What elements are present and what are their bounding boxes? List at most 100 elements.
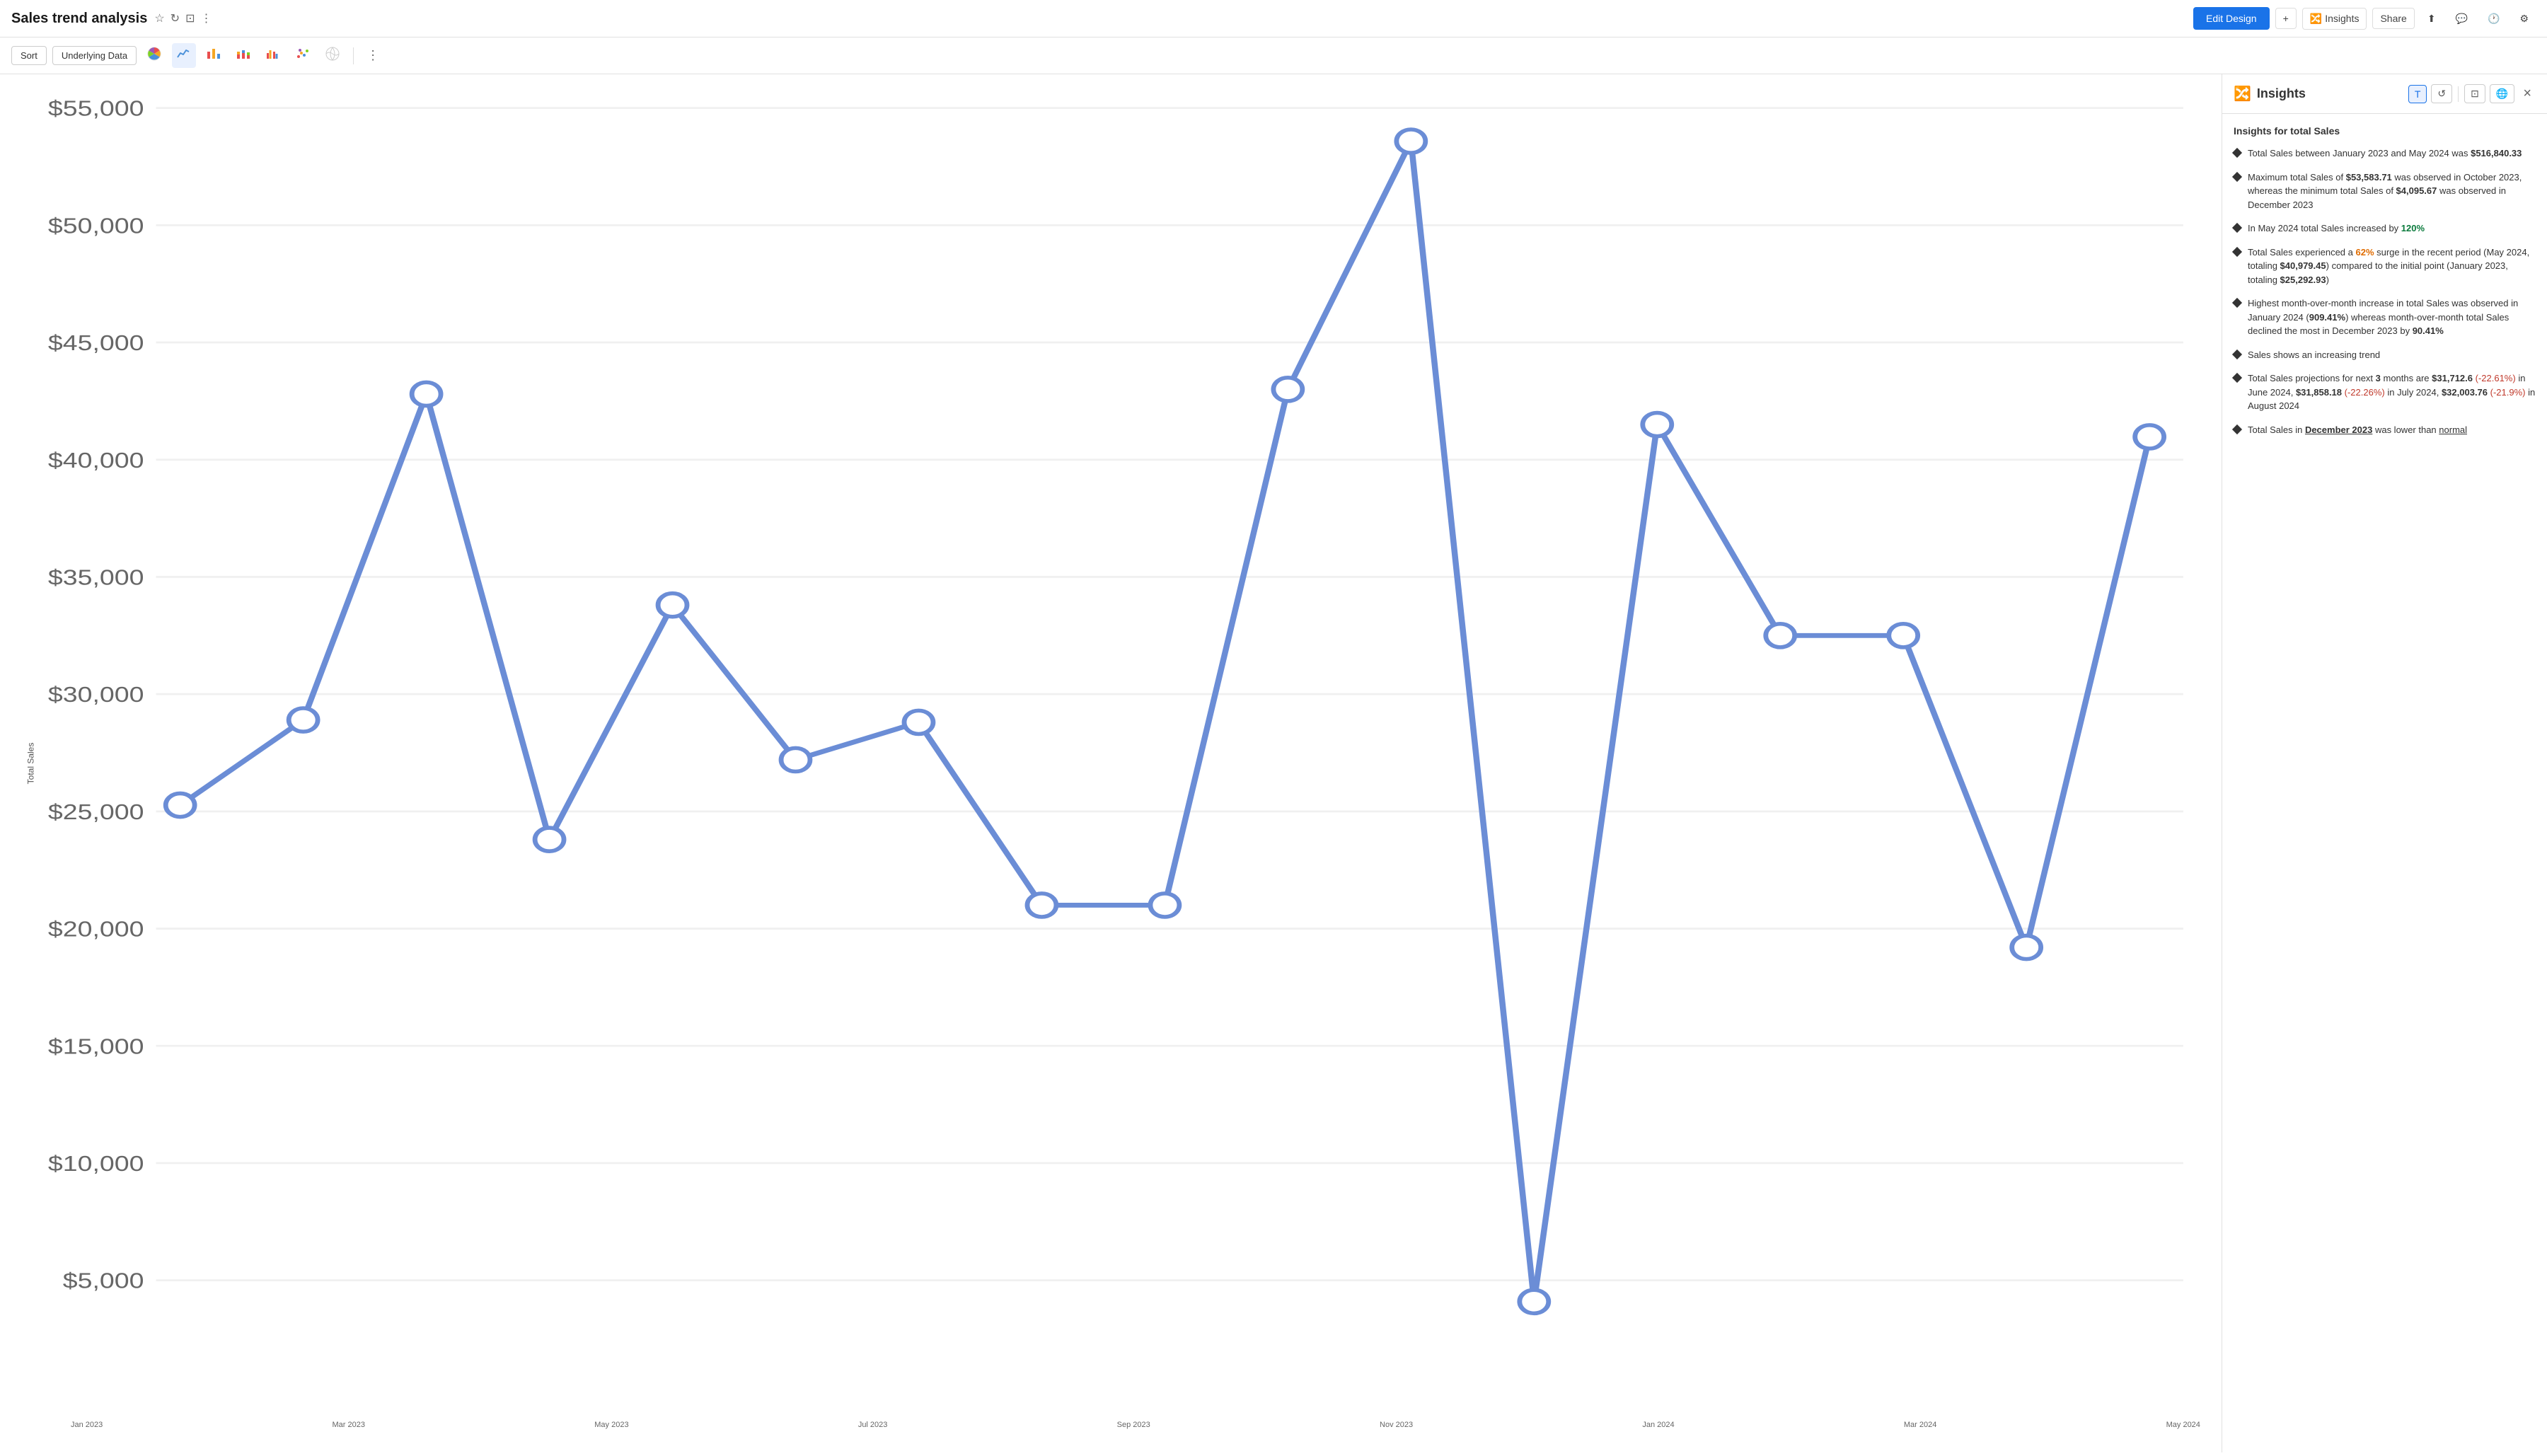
map-button[interactable] <box>320 43 345 68</box>
main-content: Total Sales $55,000 $50,000 $45,000 $4 <box>0 74 2547 1452</box>
app-header: Sales trend analysis ☆ ↻ ⊡ ⋮ Edit Design… <box>0 0 2547 37</box>
data-point[interactable] <box>412 382 441 405</box>
header-action-icons: ☆ ↻ ⊡ ⋮ <box>154 11 212 25</box>
svg-text:$10,000: $10,000 <box>48 1152 144 1176</box>
svg-text:$5,000: $5,000 <box>63 1269 144 1293</box>
insight-bullet <box>2232 373 2242 383</box>
data-point[interactable] <box>289 708 318 732</box>
chart-toolbar: Sort Underlying Data ⋮ <box>0 37 2547 74</box>
pie-chart-button[interactable] <box>142 43 166 68</box>
svg-text:$25,000: $25,000 <box>48 800 144 824</box>
edit-design-button[interactable]: Edit Design <box>2193 7 2270 30</box>
insight-bullet <box>2232 171 2242 181</box>
sort-button[interactable]: Sort <box>11 46 47 65</box>
insight-bullet <box>2232 298 2242 308</box>
x-label: May 2024 <box>2166 1421 2200 1429</box>
refresh-insight-button[interactable]: ↺ <box>2431 84 2452 103</box>
share-button[interactable]: Share <box>2372 8 2414 29</box>
data-point[interactable] <box>1150 894 1179 917</box>
copy-insight-button[interactable]: ⊡ <box>2464 84 2485 103</box>
insight-item: Maximum total Sales of $53,583.71 was ob… <box>2234 171 2536 212</box>
data-point[interactable] <box>1520 1290 1549 1313</box>
x-label: Mar 2023 <box>333 1421 365 1429</box>
svg-text:$50,000: $50,000 <box>48 214 144 238</box>
data-point[interactable] <box>166 793 195 816</box>
grouped-bar-button[interactable] <box>261 43 285 68</box>
globe-button[interactable]: 🌐 <box>2490 84 2514 103</box>
insight-text: Total Sales between January 2023 and May… <box>2248 146 2522 161</box>
insights-panel-icon: 🔀 <box>2234 85 2251 103</box>
insights-panel: 🔀 Insights T ↺ ⊡ 🌐 × Insights for total … <box>2222 74 2547 1452</box>
insight-item: Total Sales between January 2023 and May… <box>2234 146 2536 161</box>
insight-value: $32,003.76 <box>2442 387 2488 398</box>
svg-text:$45,000: $45,000 <box>48 331 144 355</box>
more-options-button[interactable]: ⋮ <box>362 45 383 66</box>
insight-value: 62% <box>2355 247 2374 258</box>
insight-value: 90.41% <box>2413 325 2444 336</box>
insight-item: Total Sales experienced a 62% surge in t… <box>2234 245 2536 287</box>
data-point[interactable] <box>1274 378 1303 401</box>
scatter-button[interactable] <box>291 43 315 68</box>
insight-item: In May 2024 total Sales increased by 120… <box>2234 221 2536 236</box>
x-label: Jan 2024 <box>1642 1421 1674 1429</box>
insight-item: Total Sales in December 2023 was lower t… <box>2234 423 2536 437</box>
insights-panel-title: Insights <box>2257 86 2403 101</box>
comment-button[interactable]: 💬 <box>2449 8 2475 29</box>
svg-text:$15,000: $15,000 <box>48 1035 144 1059</box>
insight-text: Sales shows an increasing trend <box>2248 348 2380 362</box>
insight-text: Total Sales in December 2023 was lower t… <box>2248 423 2467 437</box>
insight-bullet <box>2232 349 2242 359</box>
insight-value: $31,712.6 <box>2432 373 2473 383</box>
text-format-button[interactable]: T <box>2408 85 2427 103</box>
chart-area: Total Sales $55,000 $50,000 $45,000 $4 <box>0 74 2222 1452</box>
svg-text:$40,000: $40,000 <box>48 449 144 473</box>
add-button[interactable]: + <box>2275 8 2297 29</box>
toolbar-separator <box>353 47 354 64</box>
insight-value: $53,583.71 <box>2346 172 2392 183</box>
data-point[interactable] <box>2012 936 2041 959</box>
save-icon[interactable]: ⊡ <box>185 11 195 25</box>
x-label: Nov 2023 <box>1380 1421 1413 1429</box>
insight-bullet <box>2232 246 2242 256</box>
underlying-data-button[interactable]: Underlying Data <box>52 46 137 65</box>
bar-chart-button[interactable] <box>202 43 226 68</box>
insight-item: Highest month-over-month increase in tot… <box>2234 296 2536 338</box>
more-icon[interactable]: ⋮ <box>200 11 212 25</box>
data-point[interactable] <box>2135 425 2164 449</box>
data-point[interactable] <box>1027 894 1056 917</box>
insight-text: Maximum total Sales of $53,583.71 was ob… <box>2248 171 2536 212</box>
settings-button[interactable]: ⚙ <box>2512 8 2536 29</box>
upload-button[interactable]: ⬆ <box>2420 8 2443 29</box>
data-point[interactable] <box>904 710 933 734</box>
insight-value: $516,840.33 <box>2471 148 2522 158</box>
y-axis-label: Total Sales <box>25 743 35 785</box>
star-icon[interactable]: ☆ <box>154 11 164 25</box>
insights-close-button[interactable]: × <box>2519 84 2536 103</box>
insights-separator <box>2458 86 2459 102</box>
svg-text:$30,000: $30,000 <box>48 683 144 707</box>
insight-value: (-22.61%) <box>2473 373 2516 383</box>
data-point[interactable] <box>781 748 810 771</box>
data-point[interactable] <box>1643 412 1672 436</box>
x-label: May 2023 <box>594 1421 628 1429</box>
chart-line <box>180 141 2149 1302</box>
history-button[interactable]: 🕐 <box>2480 8 2507 29</box>
data-point[interactable] <box>1397 129 1426 153</box>
refresh-icon[interactable]: ↻ <box>171 11 180 25</box>
stacked-bar-button[interactable] <box>231 43 255 68</box>
insights-button[interactable]: 🔀 Insights <box>2302 8 2367 30</box>
insight-bullet <box>2232 424 2242 434</box>
data-point[interactable] <box>1889 624 1918 647</box>
insight-value: 3 <box>2376 373 2381 383</box>
data-point[interactable] <box>658 594 687 617</box>
x-label: Jan 2023 <box>71 1421 103 1429</box>
line-chart-button[interactable] <box>172 43 196 68</box>
insights-icon: 🔀 <box>2310 13 2322 25</box>
insight-value: $4,095.67 <box>2396 185 2437 196</box>
data-point[interactable] <box>535 828 564 851</box>
data-point[interactable] <box>1766 624 1795 647</box>
svg-text:$55,000: $55,000 <box>48 97 144 121</box>
page-title: Sales trend analysis <box>11 11 147 27</box>
insights-body: Insights for total Sales Total Sales bet… <box>2222 114 2547 1452</box>
insight-item: Total Sales projections for next 3 month… <box>2234 371 2536 413</box>
